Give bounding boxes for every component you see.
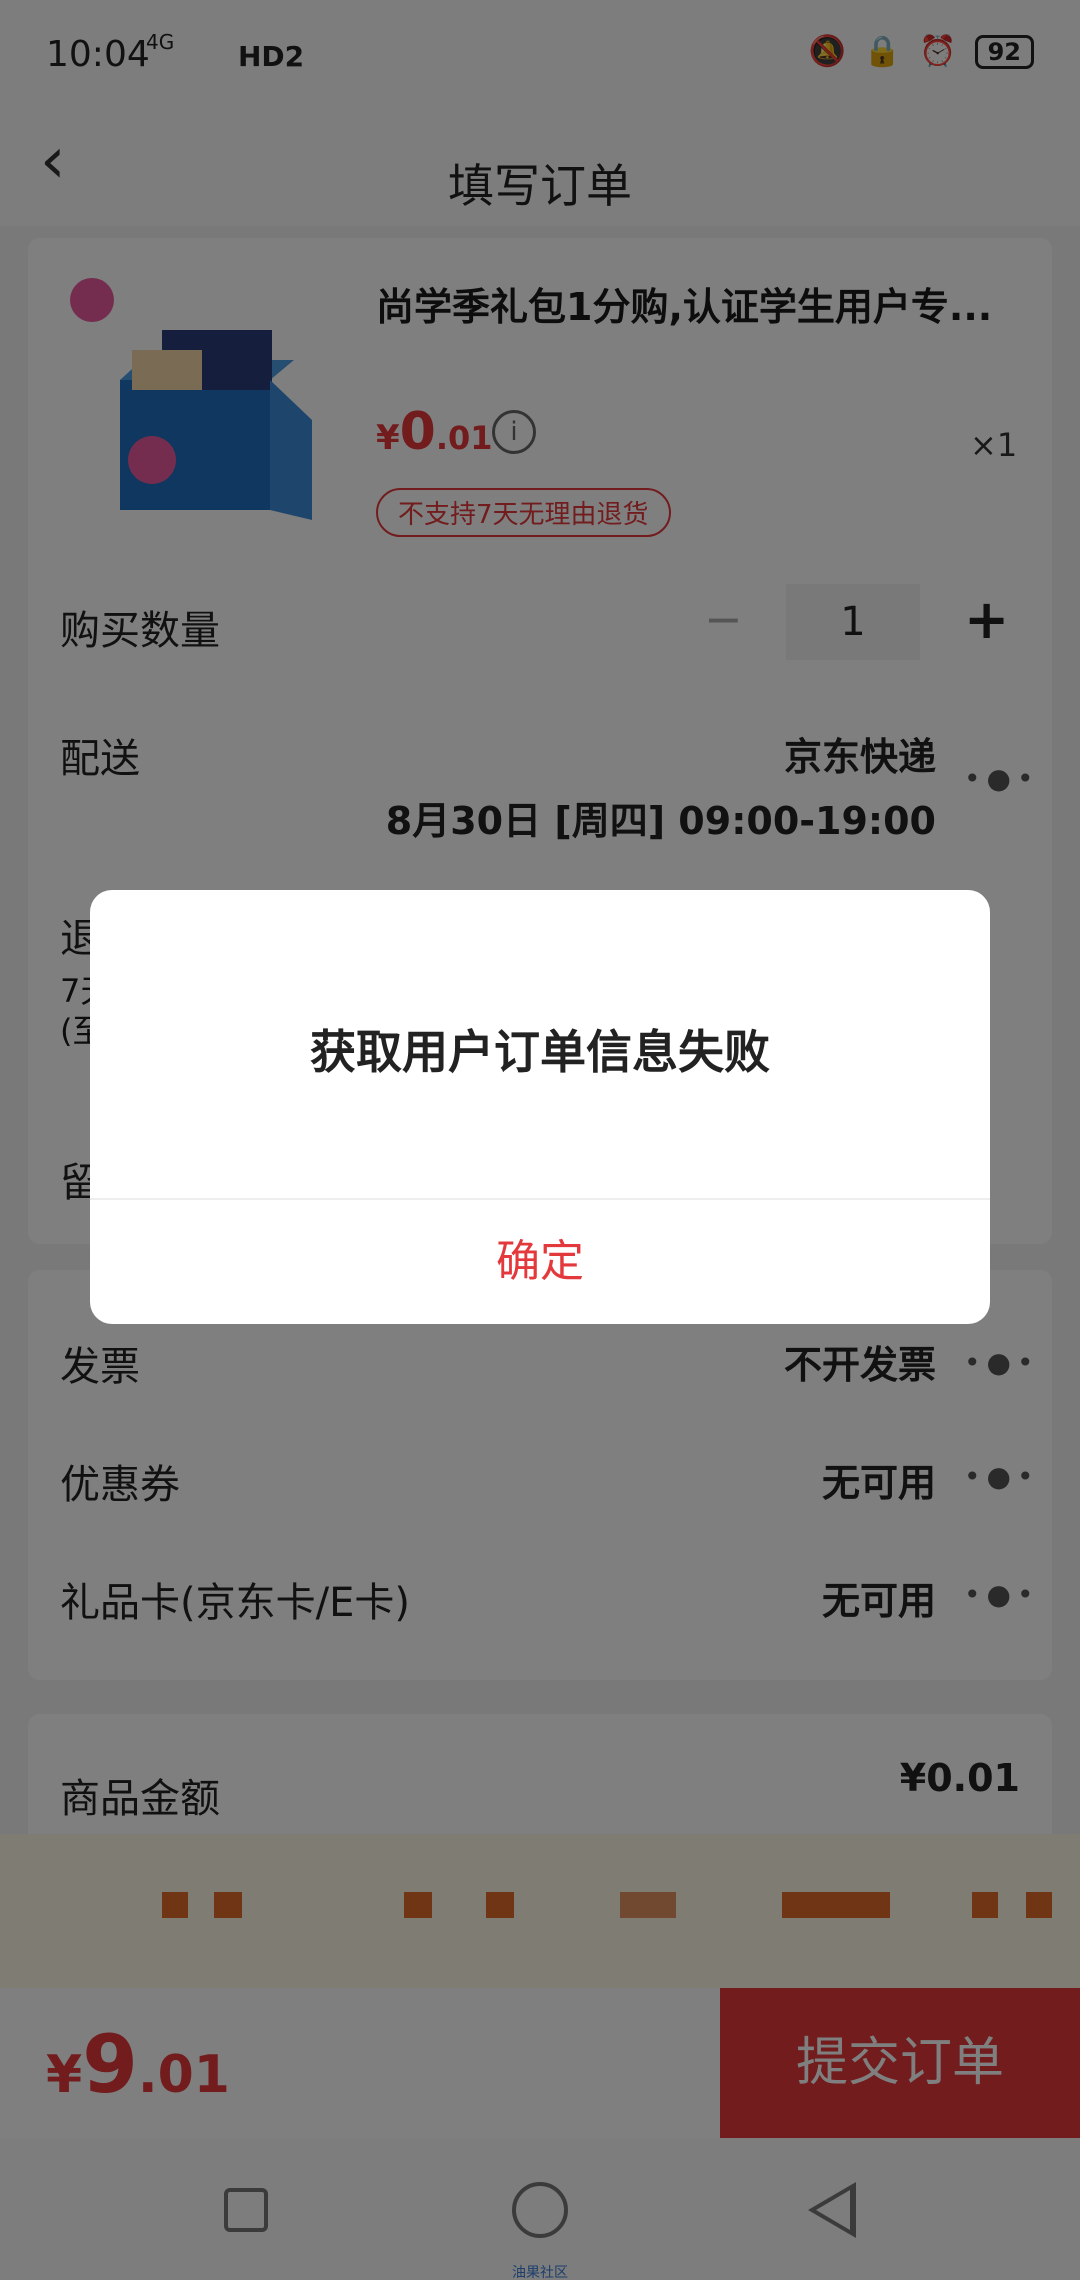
- confirm-button[interactable]: 确定: [90, 1200, 990, 1324]
- dialog-message: 获取用户订单信息失败: [310, 1025, 770, 1079]
- error-dialog: 获取用户订单信息失败 确定: [90, 890, 990, 1324]
